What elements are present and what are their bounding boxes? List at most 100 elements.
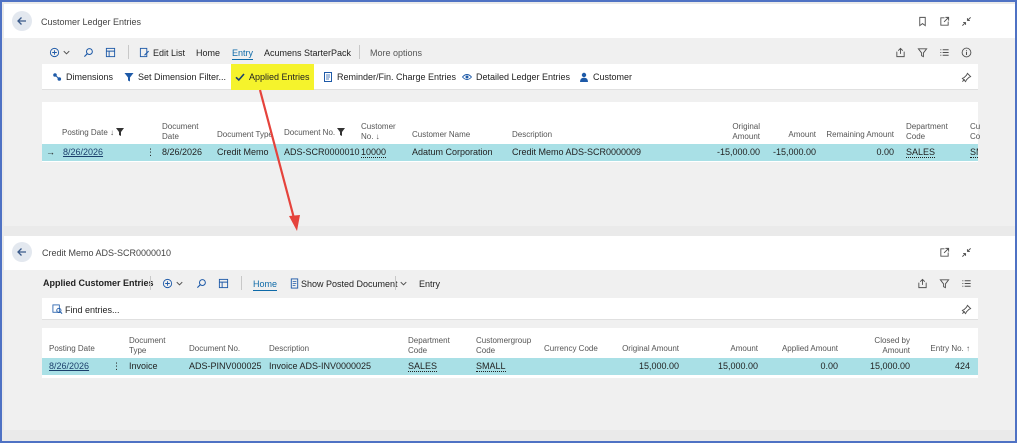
- cell-document-type: Invoice: [129, 361, 158, 371]
- list-view-icon[interactable]: [938, 46, 950, 58]
- search-icon[interactable]: [195, 277, 207, 289]
- cell-customergroup-code[interactable]: SMALL: [476, 361, 506, 372]
- table-row[interactable]: → 8/26/2026 ⋮ 8/26/2026 Credit Memo ADS-…: [42, 144, 978, 161]
- unpin-icon[interactable]: [960, 71, 972, 83]
- set-dimension-filter-button[interactable]: Set Dimension Filter...: [124, 64, 226, 90]
- column-header-entry-no[interactable]: Entry No. ↑: [918, 344, 970, 354]
- dimensions-icon: [53, 73, 62, 81]
- collapse-icon[interactable]: [960, 246, 972, 258]
- detailed-ledger-entries-button[interactable]: Detailed Ledger Entries: [462, 64, 570, 90]
- cell-amount: 15,000.00: [717, 361, 758, 371]
- bookmark-icon[interactable]: [916, 15, 928, 27]
- reminder-fin-charge-entries-button[interactable]: Reminder/Fin. Charge Entries: [323, 64, 456, 90]
- filter-icon[interactable]: [916, 46, 928, 58]
- cell-original-amount: -15,000.00: [716, 147, 760, 157]
- cell-department-code[interactable]: SALES: [408, 361, 438, 372]
- menu-separator: [150, 276, 151, 290]
- unpin-icon[interactable]: [960, 303, 972, 315]
- column-header-document-date[interactable]: Document Date: [162, 122, 198, 142]
- column-header-department-code[interactable]: Department Code: [408, 336, 450, 356]
- show-posted-document-button[interactable]: Show Posted Document: [301, 279, 398, 289]
- column-header-document-type[interactable]: Document Type: [129, 336, 165, 356]
- column-header-customer-name[interactable]: Customer Name: [412, 130, 470, 140]
- row-selected-arrow-icon: →: [46, 147, 55, 157]
- page-title: Customer Ledger Entries: [41, 17, 142, 27]
- back-button[interactable]: [12, 11, 32, 31]
- tab-home[interactable]: Home: [196, 48, 220, 58]
- cell-applied-amount: 0.00: [820, 361, 838, 371]
- search-icon[interactable]: [82, 46, 94, 58]
- list-view-icon[interactable]: [960, 277, 972, 289]
- column-header-document-no[interactable]: Document No.: [189, 344, 240, 354]
- cell-document-no: ADS-PINV000025: [189, 361, 262, 371]
- customer-button[interactable]: Customer: [579, 64, 632, 90]
- analysis-mode-icon[interactable]: [217, 277, 229, 289]
- tab-entry[interactable]: Entry: [419, 279, 440, 289]
- column-header-posting-date[interactable]: Posting Date ↓: [62, 128, 125, 138]
- column-header-remaining-amount[interactable]: Remaining Amount: [824, 130, 894, 140]
- chevron-down-icon[interactable]: [397, 277, 409, 289]
- menu-separator: [241, 276, 242, 290]
- eye-icon: [462, 74, 472, 80]
- cell-customergroup-code[interactable]: SM: [970, 147, 978, 158]
- tab-acumens-starterpack[interactable]: Acumens StarterPack: [264, 48, 351, 58]
- find-icon: [51, 303, 63, 315]
- document-icon: [288, 277, 300, 289]
- cell-amount: -15,000.00: [772, 147, 816, 157]
- column-header-currency-code[interactable]: Currency Code: [544, 344, 598, 354]
- set-dimension-filter-label: Set Dimension Filter...: [138, 72, 227, 82]
- edit-list-button[interactable]: Edit List: [153, 48, 185, 58]
- dimensions-button[interactable]: Dimensions: [52, 64, 113, 90]
- column-header-posting-date[interactable]: Posting Date: [49, 344, 95, 354]
- row-actions-icon[interactable]: ⋮: [112, 361, 121, 372]
- collapse-icon[interactable]: [960, 15, 972, 27]
- column-header-document-type[interactable]: Document Type: [217, 130, 273, 140]
- open-new-window-icon[interactable]: [938, 246, 950, 258]
- cell-posting-date[interactable]: 8/26/2026: [63, 147, 103, 157]
- column-header-closed-by-amount[interactable]: Closed by Amount: [860, 336, 910, 356]
- document-icon: [324, 72, 332, 82]
- cell-document-no: ADS-SCR0000010: [284, 147, 360, 157]
- dimensions-label: Dimensions: [66, 72, 114, 82]
- cell-posting-date[interactable]: 8/26/2026: [49, 361, 89, 371]
- more-options-button[interactable]: More options: [370, 48, 422, 58]
- table-row[interactable]: 8/26/2026 ⋮ Invoice ADS-PINV000025 Invoi…: [42, 358, 978, 375]
- tab-entry[interactable]: Entry: [232, 48, 254, 60]
- column-header-original-amount[interactable]: Original Amount: [702, 122, 760, 142]
- chevron-down-icon[interactable]: [60, 46, 72, 58]
- page-title: Credit Memo ADS-SCR0000010: [42, 248, 172, 258]
- row-actions-icon[interactable]: ⋮: [146, 147, 155, 158]
- column-header-customergroup-code[interactable]: Cu Co: [970, 122, 980, 142]
- screenshot-frame: Customer Ledger Entries Edit List Home E…: [0, 0, 1017, 443]
- analysis-mode-icon[interactable]: [104, 46, 116, 58]
- column-header-applied-amount[interactable]: Applied Amount: [772, 344, 838, 354]
- filter-icon[interactable]: [938, 277, 950, 289]
- share-icon[interactable]: [894, 46, 906, 58]
- column-header-customer-no[interactable]: Customer No. ↓: [361, 122, 396, 142]
- cell-department-code[interactable]: SALES: [906, 147, 936, 158]
- column-header-original-amount[interactable]: Original Amount: [609, 344, 679, 354]
- open-new-window-icon[interactable]: [938, 15, 950, 27]
- filter-icon: [337, 128, 346, 136]
- find-entries-button[interactable]: Find entries...: [65, 305, 120, 315]
- tab-home[interactable]: Home: [253, 279, 278, 291]
- column-header-amount[interactable]: Amount: [718, 344, 758, 354]
- column-header-customergroup-code[interactable]: Customergroup Code: [476, 336, 531, 356]
- detailed-ledger-entries-label: Detailed Ledger Entries: [476, 72, 571, 82]
- column-header-description[interactable]: Description: [269, 344, 309, 354]
- column-header-department-code[interactable]: Department Code: [906, 122, 948, 142]
- cell-document-type: Credit Memo: [217, 147, 269, 157]
- edit-list-icon: [138, 46, 150, 58]
- view-switch-icon[interactable]: [48, 46, 60, 58]
- menu-separator: [128, 45, 129, 59]
- info-icon[interactable]: [960, 46, 972, 58]
- view-switch-icon[interactable]: [161, 277, 173, 289]
- back-button[interactable]: [12, 242, 32, 262]
- column-header-document-no[interactable]: Document No.: [284, 128, 346, 138]
- applied-entries-button[interactable]: Applied Entries: [231, 64, 314, 90]
- share-icon[interactable]: [916, 277, 928, 289]
- cell-customer-no[interactable]: 10000: [361, 147, 387, 158]
- column-header-amount[interactable]: Amount: [776, 130, 816, 140]
- chevron-down-icon[interactable]: [173, 277, 185, 289]
- column-header-description[interactable]: Description: [512, 130, 552, 140]
